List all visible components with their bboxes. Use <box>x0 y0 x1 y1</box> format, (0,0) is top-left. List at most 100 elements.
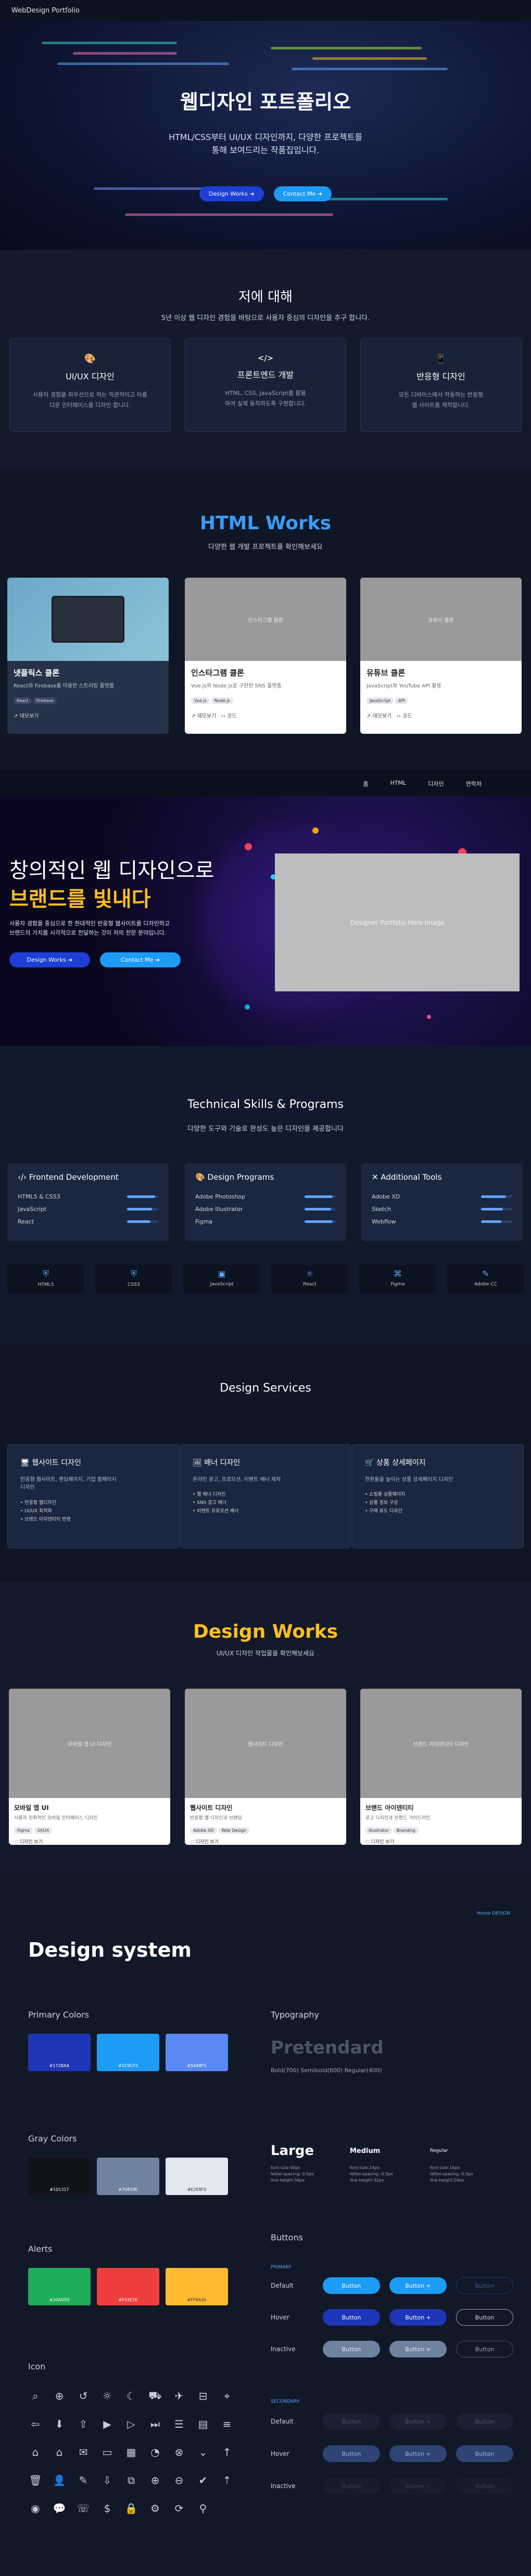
skill-name: Webflow <box>372 1218 396 1225</box>
primary-hover-outline-button[interactable]: Button <box>456 2309 513 2326</box>
work-card[interactable]: 넷플릭스 클론 React와 Firebase를 이용한 스트리밍 플랫폼 Re… <box>7 578 169 734</box>
code-icon: ‹/› <box>18 1172 27 1182</box>
design-card-desc: 반응형 웹 디자인과 브랜딩 <box>190 1816 242 1821</box>
skill-bar <box>127 1208 158 1210</box>
nav-item-contact[interactable]: 연락처 <box>466 780 482 788</box>
refresh-icon: ⟳ <box>174 2502 184 2515</box>
home-outline-icon: ⌂ <box>56 2446 63 2458</box>
services-title: Design Services <box>220 1382 311 1395</box>
tool-label: HTML5 <box>37 1282 54 1287</box>
state-inactive-label: Inactive <box>271 2482 296 2490</box>
secondary-hover-button[interactable]: Button <box>323 2445 380 2462</box>
gray-colors-label: Gray Colors <box>28 2134 77 2144</box>
skill-name: HTML5 & CSS3 <box>18 1193 60 1200</box>
nav-item-design[interactable]: 디자인 <box>428 780 444 788</box>
primary-default-button-plus[interactable]: Button + <box>389 2277 447 2294</box>
code-link-label: 코드 <box>402 713 412 719</box>
view-design-link[interactable]: ◌ 디자인 보기 <box>365 1838 516 1845</box>
dworks-desc: UI/UX 디자인 작업물을 확인해보세요 <box>216 1650 315 1657</box>
tag: API <box>395 697 408 704</box>
airplane-icon: ✈ <box>174 2390 184 2402</box>
primary-default-button[interactable]: Button <box>323 2277 380 2294</box>
swatch-gray-3: #E2E8F0 <box>166 2158 228 2195</box>
secondary-hover-button-2[interactable]: Button <box>456 2445 513 2462</box>
code-line-decor <box>312 57 427 60</box>
skill-box-tools: ✕ Additional Tools Adobe XD Sketch Webfl… <box>361 1163 523 1241</box>
primary-inactive-outline-button[interactable]: Button <box>456 2341 513 2357</box>
skill-row: Figma <box>195 1218 336 1225</box>
typography-font-name: Pretendard <box>271 2037 384 2058</box>
works-desc: 다양한 웹 개발 프로젝트를 확인해보세요 <box>208 543 323 551</box>
secondary-default-button-plus[interactable]: Button + <box>389 2413 447 2430</box>
tag: Illustrator <box>365 1827 392 1834</box>
document-icon: ▤ <box>198 2418 208 2430</box>
contact-me-button[interactable]: Contact Me ➜ <box>273 186 332 201</box>
upload-icon: ⇧ <box>79 2418 88 2430</box>
demo-link[interactable]: ↗ 데모보기 <box>366 713 391 719</box>
work-card[interactable]: 유튜브 클론 유튜브 클론 JavaScript와 YouTube API 활용… <box>360 578 522 734</box>
secondary-default-button[interactable]: Button <box>323 2413 380 2430</box>
primary-inactive-button[interactable]: Button <box>323 2341 380 2357</box>
monitor-illustration <box>52 596 124 643</box>
primary-inactive-button-plus[interactable]: Button + <box>389 2341 447 2357</box>
primary-hover-button[interactable]: Button <box>323 2309 380 2326</box>
code-line-decor <box>57 62 229 65</box>
react-icon: ⚛ <box>306 1269 314 1279</box>
html5-icon: ⛨ <box>42 1269 49 1279</box>
code-link-label: 코드 <box>227 713 237 719</box>
hero-title: 웹디자인 포트폴리오 <box>180 91 351 113</box>
secondary-default-button-2[interactable]: Button <box>456 2413 513 2430</box>
primary-hover-button-plus[interactable]: Button + <box>389 2309 447 2326</box>
about-section: 저에 대해 5년 이상 웹 디자인 경험을 바탕으로 사용자 중심의 디자인을 … <box>0 250 531 468</box>
secondary-inactive-button-plus[interactable]: Button + <box>389 2478 447 2494</box>
site-title[interactable]: WebDesign Portfolio <box>11 7 80 15</box>
about-card-responsive: 📱 반응형 디자인 모든 디바이스에서 작동하는 반응형 웹 사이트를 제작합니… <box>360 338 522 432</box>
work-card-desc: Vue.js와 Node.js로 구현한 SNS 플랫폼 <box>191 683 282 689</box>
view-design-link[interactable]: ◌ 디자인 보기 <box>14 1838 165 1845</box>
service-desc: 온라인 광고, 프로모션, 이벤트 배너 제작 <box>193 1477 281 1483</box>
swatch-hex: #5A88F5 <box>187 2063 207 2068</box>
demo-link[interactable]: ↗ 데모보기 <box>14 711 162 719</box>
service-box-banner: 🖼 배너 디자인 온라인 광고, 프로모션, 이벤트 배너 제작 • 웹 배너 … <box>180 1444 351 1548</box>
secondary-hover-button-plus[interactable]: Button + <box>389 2445 447 2462</box>
design-works-button[interactable]: Design Works ➜ <box>9 952 90 967</box>
skill-name: Figma <box>195 1218 213 1225</box>
nav-item-home[interactable]: 홈 <box>363 780 369 788</box>
view-design-label: 디자인 보기 <box>371 1840 394 1845</box>
history-icon: ↺ <box>79 2390 88 2402</box>
work-card[interactable]: 인스타그램 클론 인스타그램 클론 Vue.js와 Node.js로 구현한 S… <box>185 578 346 734</box>
design-card[interactable]: 브랜드 아이덴티티 디자인 브랜드 아이덴티티 로고 디자인과 브랜드 가이드라인… <box>360 1689 522 1845</box>
demo-link[interactable]: ↗ 데모보기 <box>191 713 216 719</box>
code-link[interactable]: ‹› 코드 <box>221 713 237 719</box>
arrow-up-icon: ↑ <box>222 2446 232 2458</box>
primary-default-outline-button[interactable]: Button <box>456 2277 513 2294</box>
secondary-inactive-button-2[interactable]: Button <box>456 2478 513 2494</box>
secondary-label: SECONDARY <box>271 2399 300 2404</box>
service-item: • SNS 광고 배너 <box>193 1500 227 1506</box>
skill-row: JavaScript <box>18 1206 158 1213</box>
user-icon: 👤 <box>53 2474 66 2486</box>
code-line-decor <box>292 68 448 70</box>
swatch-hex: #FFBA30 <box>187 2298 207 2302</box>
nav-item-html[interactable]: HTML <box>390 780 407 788</box>
contact-me-button[interactable]: Contact Me ➜ <box>100 952 181 967</box>
view-design-link[interactable]: ◌ 디자인 보기 <box>190 1838 341 1845</box>
service-item: • 브랜드 아이덴티티 반영 <box>20 1517 71 1522</box>
skill-bar <box>305 1208 336 1210</box>
car-icon: ⛟ <box>148 2389 162 2402</box>
design-card[interactable]: 웹사이트 디자인 웹사이트 디자인 반응형 웹 디자인과 브랜딩 Adobe XD W… <box>185 1689 346 1845</box>
skill-row: Adobe XD <box>372 1193 512 1200</box>
secondary-inactive-button[interactable]: Button <box>323 2478 380 2494</box>
design-card[interactable]: 모바일 앱 UI 디자인 모바일 앱 UI 사용자 친화적인 모바일 인터페이스 … <box>9 1689 170 1845</box>
cart-icon: 🛒 <box>365 1459 374 1467</box>
tag: Node.js <box>211 697 233 704</box>
tool-label: React <box>303 1282 317 1287</box>
work-card-desc: JavaScript와 YouTube API 활용 <box>366 683 441 689</box>
about-card-title: 프론트엔드 개발 <box>237 370 294 380</box>
services-section: Design Services 🖥 웹사이트 디자인 반응형 웹사이트, 랜딩페… <box>0 1343 531 1582</box>
design-works-button[interactable]: Design Works ➜ <box>199 186 264 201</box>
swatch-alert-success: #20AD59 <box>28 2268 91 2305</box>
code-link[interactable]: ‹› 코드 <box>397 713 412 719</box>
play-outline-icon: ▷ <box>127 2418 135 2430</box>
particle-decor <box>245 1004 250 1010</box>
